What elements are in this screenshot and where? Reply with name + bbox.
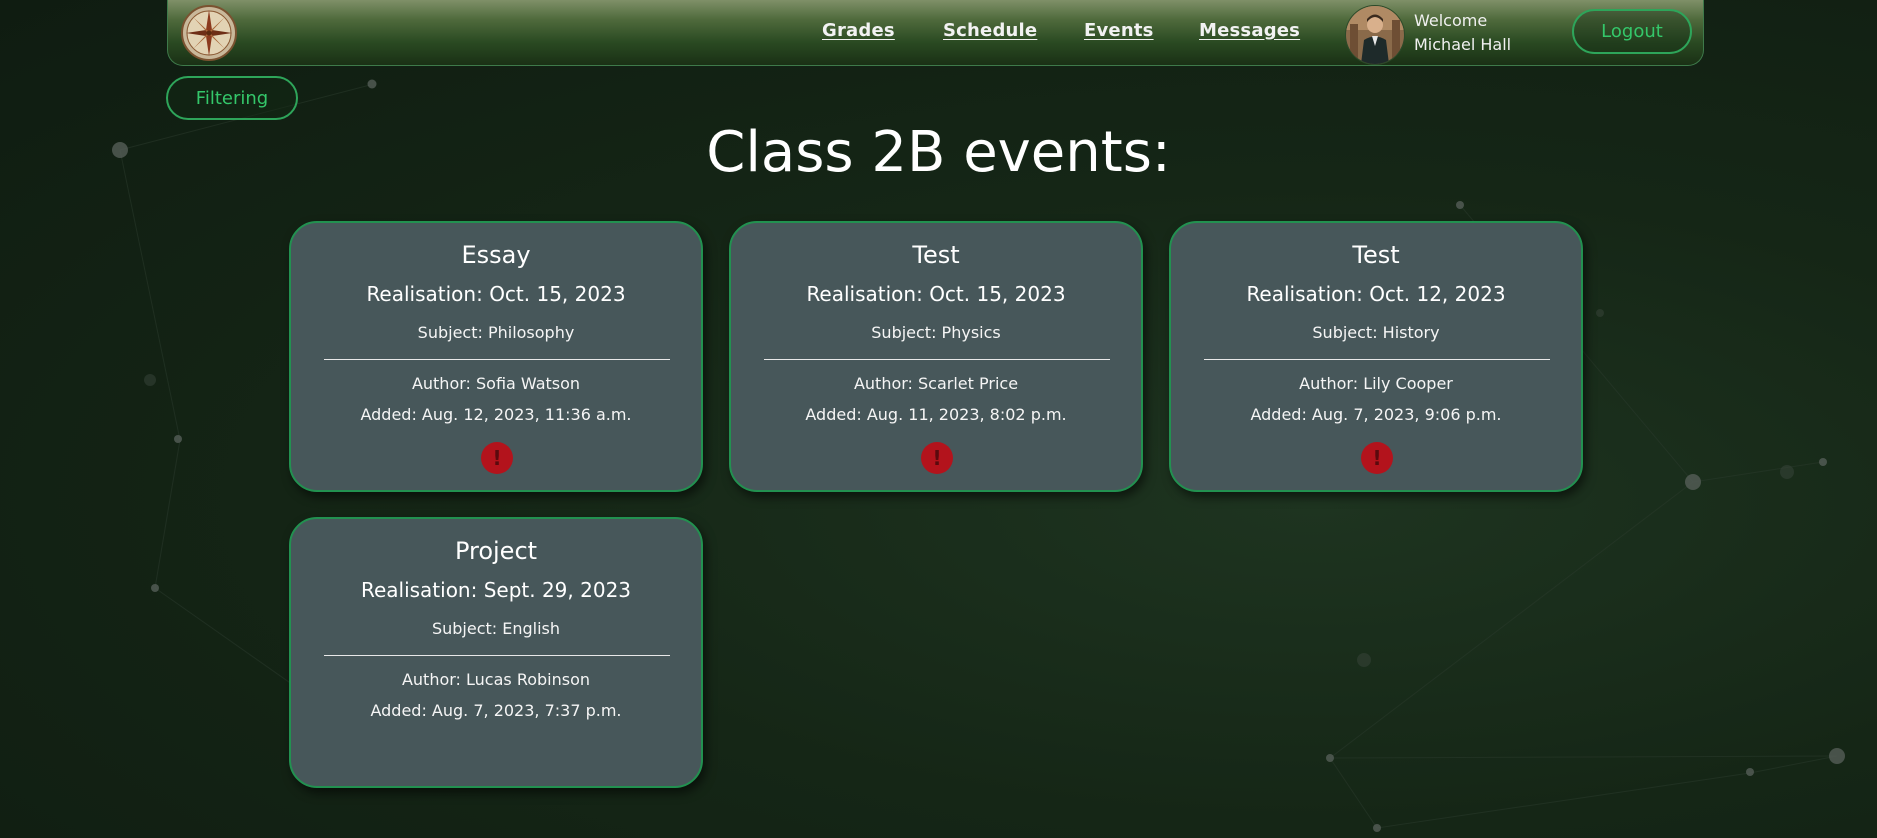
event-added-date: Added: Aug. 7, 2023, 7:37 p.m. — [370, 701, 622, 720]
user-avatar-icon — [1346, 6, 1404, 64]
event-author: Author: Lucas Robinson — [401, 670, 591, 689]
event-added-date: Added: Aug. 11, 2023, 8:02 p.m. — [805, 405, 1067, 424]
avatar[interactable] — [1345, 5, 1405, 65]
event-card[interactable]: Essay Realisation: Oct. 15, 2023 Subject… — [289, 221, 703, 492]
exclamation-circle-icon[interactable]: ! — [481, 442, 513, 474]
compass-logo-icon[interactable] — [181, 5, 237, 61]
event-subject: Subject: English — [431, 619, 561, 638]
filtering-button[interactable]: Filtering — [166, 76, 298, 120]
event-subject: Subject: Physics — [871, 323, 1001, 342]
event-author: Author: Scarlet Price — [853, 374, 1019, 393]
top-navbar: Grades Schedule Events Messages Welcome … — [167, 0, 1704, 66]
event-added-date: Added: Aug. 7, 2023, 9:06 p.m. — [1250, 405, 1502, 424]
logout-button[interactable]: Logout — [1572, 9, 1692, 54]
event-title: Test — [1352, 241, 1400, 269]
nav-link-messages[interactable]: Messages — [1199, 20, 1300, 41]
user-name: Michael Hall — [1414, 35, 1512, 54]
event-title: Essay — [461, 241, 531, 269]
event-added-date: Added: Aug. 12, 2023, 11:36 a.m. — [360, 405, 632, 424]
event-realisation-date: Realisation: Sept. 29, 2023 — [360, 578, 632, 602]
nav-link-schedule[interactable]: Schedule — [943, 20, 1037, 41]
exclamation-circle-icon[interactable]: ! — [921, 442, 953, 474]
card-divider — [764, 359, 1110, 360]
card-divider — [1204, 359, 1550, 360]
event-title: Project — [454, 537, 538, 565]
page-title: Class 2B events: — [706, 120, 1171, 185]
nav-link-grades[interactable]: Grades — [822, 20, 895, 41]
card-divider — [324, 359, 670, 360]
nav-link-events[interactable]: Events — [1084, 20, 1154, 41]
card-divider — [324, 655, 670, 656]
event-subject: Subject: History — [1312, 323, 1440, 342]
event-title: Test — [912, 241, 960, 269]
event-card[interactable]: Test Realisation: Oct. 15, 2023 Subject:… — [729, 221, 1143, 492]
event-realisation-date: Realisation: Oct. 15, 2023 — [366, 282, 626, 306]
exclamation-circle-icon[interactable]: ! — [1361, 442, 1393, 474]
event-realisation-date: Realisation: Oct. 12, 2023 — [1246, 282, 1506, 306]
welcome-text: Welcome Michael Hall — [1414, 9, 1511, 57]
event-author: Author: Lily Cooper — [1299, 374, 1453, 393]
event-author: Author: Sofia Watson — [411, 374, 581, 393]
event-card[interactable]: Test Realisation: Oct. 12, 2023 Subject:… — [1169, 221, 1583, 492]
welcome-label: Welcome — [1414, 11, 1488, 30]
event-subject: Subject: Philosophy — [417, 323, 575, 342]
event-card[interactable]: Project Realisation: Sept. 29, 2023 Subj… — [289, 517, 703, 788]
event-realisation-date: Realisation: Oct. 15, 2023 — [806, 282, 1066, 306]
